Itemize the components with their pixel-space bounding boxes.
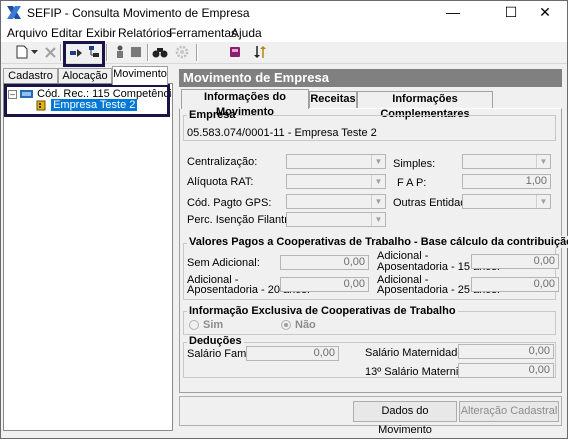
outras-entidades-select[interactable]: ▼	[462, 194, 551, 209]
toolbar-separator	[60, 44, 62, 61]
gear-icon[interactable]	[173, 43, 191, 61]
cooperativas-group-title: Valores Pagos a Cooperativas de Trabalho…	[187, 236, 568, 248]
cod-pagto-gps-select[interactable]: ▼	[286, 194, 386, 209]
toolbar-separator	[106, 44, 108, 61]
panel-header: Movimento de Empresa	[179, 69, 562, 87]
perc-isencao-select[interactable]: ▼	[286, 212, 386, 227]
menu-editar[interactable]: Editar	[51, 26, 82, 40]
title-bar: SEFIP - Consulta Movimento de Empresa — …	[1, 1, 567, 24]
tab-movimento[interactable]: Movimento	[112, 66, 168, 85]
tab-alocacao[interactable]: Alocação	[58, 68, 112, 84]
binoculars-icon[interactable]	[151, 43, 169, 61]
sort-icon[interactable]	[251, 43, 269, 61]
tab-informacoes-complementares[interactable]: Informações Complementares	[357, 91, 493, 120]
chevron-down-icon: ▼	[536, 155, 550, 168]
fap-field[interactable]: 1,00	[462, 174, 551, 189]
stop-icon[interactable]	[127, 43, 145, 61]
salario-maternidade-label: Salário Maternidade:	[365, 347, 467, 359]
centralizacao-select[interactable]: ▼	[286, 154, 386, 169]
tab-cadastro[interactable]: Cadastro	[3, 68, 58, 84]
sem-adicional-label: Sem Adicional:	[187, 257, 260, 269]
aliquota-rat-select[interactable]: ▼	[286, 174, 386, 189]
menu-ferramentas[interactable]: Ferramentas	[169, 26, 237, 40]
decimo-terceiro-field[interactable]: 0,00	[458, 363, 554, 378]
adic-15-field[interactable]: 0,00	[471, 254, 559, 269]
dropdown-arrow-icon[interactable]	[29, 43, 39, 61]
minimize-button[interactable]: —	[431, 1, 475, 24]
delete-icon[interactable]	[41, 43, 59, 61]
tree-highlight-box	[4, 84, 170, 117]
alteracao-cadastral-button[interactable]: Alteração Cadastral	[459, 401, 559, 422]
nao-radio[interactable]	[281, 320, 291, 330]
sefip-app-icon	[7, 6, 21, 19]
salario-familia-field[interactable]: 0,00	[246, 346, 339, 361]
chevron-down-icon: ▼	[371, 155, 385, 168]
main-panel: Movimento de Empresa Informações do Movi…	[177, 67, 568, 436]
chevron-down-icon: ▼	[536, 195, 550, 208]
adic-25-field[interactable]: 0,00	[471, 277, 559, 292]
simples-select[interactable]: ▼	[462, 154, 551, 169]
cod-pagto-gps-label: Cód. Pagto GPS:	[187, 197, 272, 209]
simples-label: Simples:	[393, 158, 436, 170]
app-window: SEFIP - Consulta Movimento de Empresa — …	[0, 0, 568, 439]
chevron-down-icon: ▼	[371, 195, 385, 208]
exclusiva-group-title: Informação Exclusiva de Cooperativas de …	[187, 305, 458, 317]
nao-label: Não	[295, 319, 316, 331]
menu-exibir[interactable]: Exibir	[86, 26, 116, 40]
menu-ajuda[interactable]: Ajuda	[231, 26, 262, 40]
sim-radio[interactable]	[189, 320, 199, 330]
toolbar-separator	[196, 44, 198, 61]
aliquota-rat-label: Alíquota RAT:	[187, 176, 254, 188]
centralizacao-label: Centralização:	[187, 156, 258, 168]
book-icon[interactable]	[226, 43, 244, 61]
toolbar-highlight-box	[63, 41, 105, 67]
dados-movimento-button[interactable]: Dados do Movimento	[353, 401, 457, 436]
fap-label: F A P:	[397, 177, 427, 189]
salario-maternidade-field[interactable]: 0,00	[458, 344, 554, 359]
window-title: SEFIP - Consulta Movimento de Empresa	[27, 6, 250, 20]
adic-20-field[interactable]: 0,00	[280, 277, 369, 292]
tree-panel: – Cód. Rec.: 115 Competência: 01/20 Empr…	[3, 83, 173, 431]
chevron-down-icon: ▼	[371, 175, 385, 188]
chevron-down-icon: ▼	[371, 213, 385, 226]
close-button[interactable]: ✕	[523, 1, 567, 24]
deducoes-group-title: Deduções	[187, 335, 244, 347]
tab-informacoes-movimento[interactable]: Informações do Movimento	[181, 89, 309, 118]
menu-arquivo[interactable]: Arquivo	[7, 26, 48, 40]
tab-receitas[interactable]: Receitas	[309, 91, 357, 108]
menu-relatorios[interactable]: Relatórios	[118, 26, 172, 40]
sim-label: Sim	[203, 319, 224, 331]
empresa-value: 05.583.074/0001-11 - Empresa Teste 2	[187, 127, 377, 139]
toolbar-separator	[147, 44, 149, 61]
sem-adicional-field[interactable]: 0,00	[280, 255, 369, 270]
menu-bar: Arquivo Editar Exibir Relatórios Ferrame…	[1, 24, 567, 42]
